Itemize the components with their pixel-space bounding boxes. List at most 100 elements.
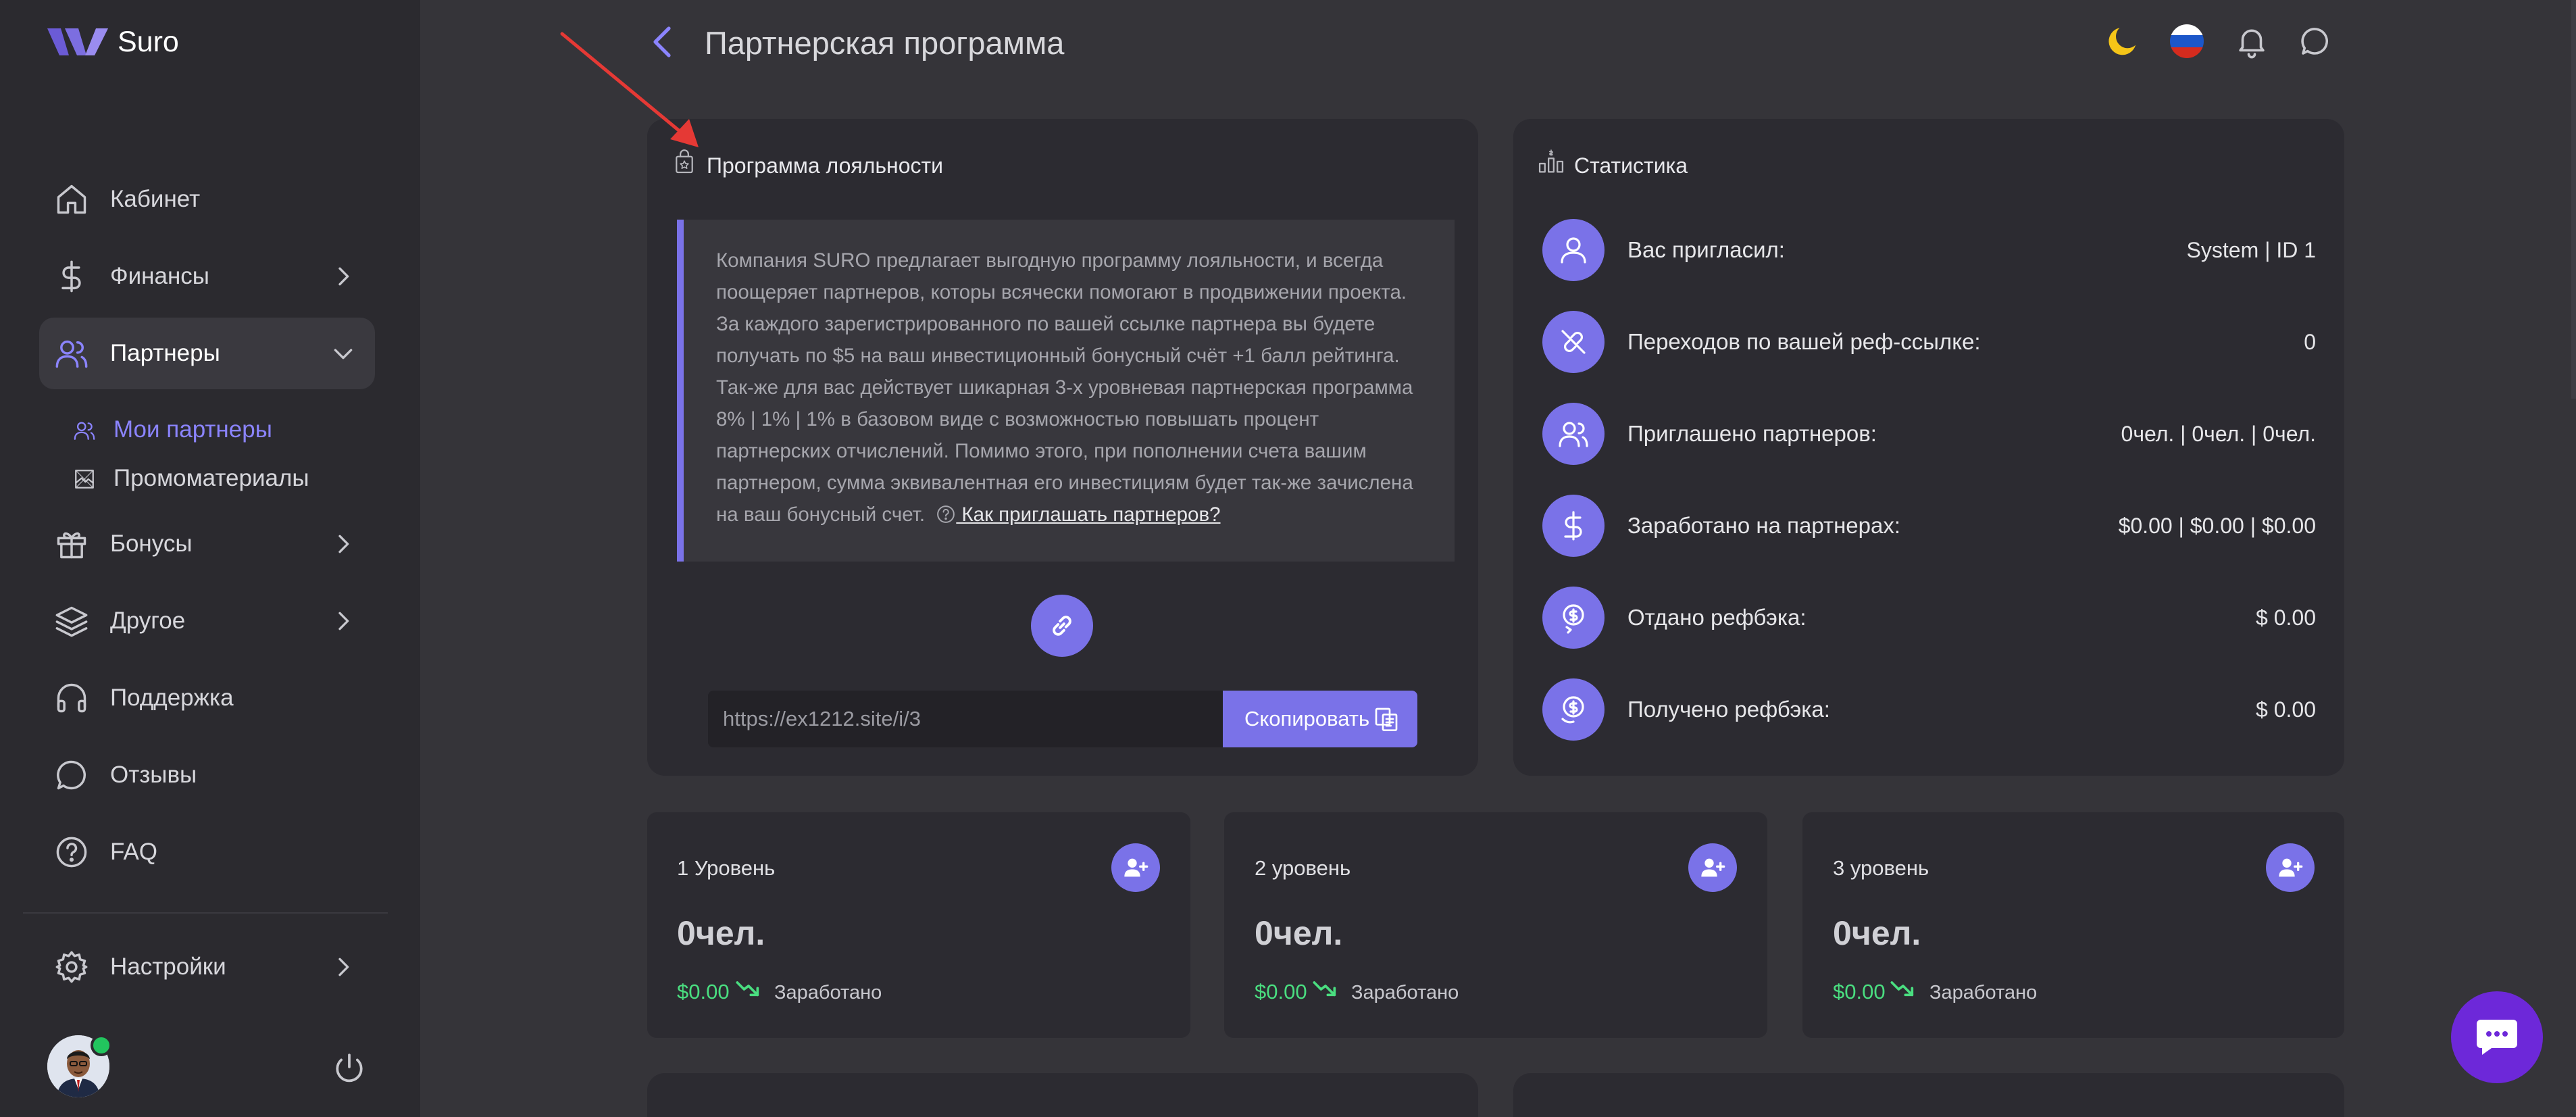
chevron-right-icon <box>338 535 349 553</box>
chevron-right-icon <box>338 267 349 286</box>
cashback-given-icon <box>1563 604 1584 634</box>
add-user-icon-circle <box>2266 843 2315 892</box>
stat-value: System | ID 1 <box>2186 238 2316 262</box>
help-icon <box>56 837 87 868</box>
sidebar-item-reviews[interactable]: Отзывы <box>39 739 375 811</box>
trend-down-icon <box>1313 981 1336 997</box>
stat-label: Переходов по вашей реф-ссылке: <box>1627 329 1981 354</box>
sidebar-item-support[interactable]: Поддержка <box>39 662 375 734</box>
add-user-icon-circle <box>1688 843 1737 892</box>
live-chat-button[interactable] <box>2451 991 2543 1083</box>
image-frame-icon <box>75 470 94 489</box>
stat-cashback-given-icon-circle <box>1542 587 1605 649</box>
chevron-right-icon <box>338 612 349 630</box>
stat-invited-by-icon-circle <box>1542 219 1605 281</box>
sidebar-item-label: Отзывы <box>110 762 197 788</box>
help-circle-icon <box>937 505 955 523</box>
level-earned-label: Заработано <box>1351 982 1459 1003</box>
sidebar-item-label: Настройки <box>110 953 226 980</box>
sidebar-item-settings[interactable]: Настройки <box>39 931 375 1003</box>
sidebar-item-bonuses[interactable]: Бонусы <box>39 508 375 580</box>
stat-label: Приглашено партнеров: <box>1627 421 1877 446</box>
add-user-icon <box>2279 858 2303 877</box>
chat-bubble-icon <box>2477 1020 2517 1055</box>
level-amount: $0.00 <box>677 980 730 1003</box>
add-user-icon <box>1124 858 1148 877</box>
sidebar-item-finance[interactable]: Финансы <box>39 241 375 312</box>
add-user-icon <box>1701 858 1725 877</box>
bottom-card-partial <box>1513 1073 2344 1117</box>
level-title: 1 Уровень <box>677 856 776 880</box>
sidebar-item-label: Бонусы <box>110 530 193 557</box>
sidebar-item-faq[interactable]: FAQ <box>39 816 375 888</box>
copy-icon <box>1375 708 1398 731</box>
sidebar-item-label: FAQ <box>110 839 158 865</box>
chevron-right-icon <box>338 958 349 976</box>
red-arrow-annotation <box>560 32 699 147</box>
copy-button-label: Скопировать <box>1244 707 1370 730</box>
stat-label: Вас пригласил: <box>1627 237 1785 262</box>
level-amount: $0.00 <box>1255 980 1307 1003</box>
cashback-received-icon <box>1561 696 1584 724</box>
chat-icon <box>57 760 86 790</box>
how-to-invite-link[interactable]: Как приглашать партнеров? <box>956 503 1220 526</box>
level-earned-label: Заработано <box>774 982 882 1003</box>
sidebar-subitem-label: Мои партнеры <box>113 416 272 443</box>
dollar-icon <box>61 260 81 293</box>
stat-cashback-received-icon-circle <box>1542 678 1605 741</box>
online-status-dot <box>91 1035 112 1056</box>
broken-link-icon <box>1561 330 1586 354</box>
layers-icon <box>55 606 88 637</box>
trend-down-icon <box>1890 981 1914 997</box>
stat-label: Отдано рефбэка: <box>1627 605 1807 630</box>
stat-invited-partners-icon-circle <box>1542 403 1605 465</box>
chat-icon[interactable] <box>2297 23 2333 59</box>
app-name[interactable]: Suro <box>118 26 179 59</box>
stats-chart-icon <box>1538 149 1564 173</box>
sidebar-item-label: Другое <box>110 607 186 634</box>
power-icon[interactable] <box>332 1051 366 1085</box>
sidebar-item-label: Партнеры <box>110 340 220 366</box>
moon-icon[interactable] <box>2104 23 2141 59</box>
sidebar-subitem-label: Промоматериалы <box>113 465 309 491</box>
link-icon <box>1053 616 1071 636</box>
stat-value: $ 0.00 <box>2256 605 2316 630</box>
link-icon-button[interactable] <box>1031 595 1093 657</box>
referral-link-input[interactable] <box>708 691 1223 747</box>
loyalty-description-text: Компания SURO предлагает выгодную програ… <box>716 249 1413 526</box>
stat-value: $ 0.00 <box>2256 697 2316 722</box>
add-user-icon-circle <box>1111 843 1160 892</box>
stat-label: Получено рефбэка: <box>1627 697 1830 722</box>
bell-icon[interactable] <box>2233 23 2270 59</box>
sidebar-item-label: Поддержка <box>110 685 234 711</box>
stat-value: 0 <box>2304 330 2316 354</box>
level-earned-label: Заработано <box>1929 982 2038 1003</box>
level-title: 2 уровень <box>1255 856 1351 880</box>
sidebar-item-other[interactable]: Другое <box>39 585 375 657</box>
russian-flag-icon[interactable] <box>2169 23 2205 59</box>
user-icon <box>1561 237 1586 264</box>
sidebar: Suro Кабинет Финансы Партнеры Мои партне… <box>0 0 420 1117</box>
suro-logo-icon[interactable] <box>47 28 108 55</box>
dollar-icon <box>1564 511 1582 541</box>
users-icon <box>1559 422 1588 447</box>
level-title: 3 уровень <box>1833 856 1929 880</box>
stat-value: 0чел. | 0чел. | 0чел. <box>2121 422 2316 446</box>
sidebar-item-cabinet[interactable]: Кабинет <box>39 164 375 235</box>
copy-button[interactable]: Скопировать <box>1223 691 1417 747</box>
users-icon <box>55 340 88 368</box>
scrollbar-thumb[interactable] <box>2571 0 2576 399</box>
users-small-icon <box>74 422 95 440</box>
stat-value: $0.00 | $0.00 | $0.00 <box>2118 514 2316 538</box>
stat-clicks-icon-circle <box>1542 311 1605 373</box>
loyalty-title: Программа лояльности <box>707 153 944 178</box>
sidebar-item-partners[interactable]: Партнеры <box>39 318 375 389</box>
stat-label: Заработано на партнерах: <box>1627 513 1901 538</box>
sidebar-item-label: Финансы <box>110 263 209 289</box>
gear-icon <box>55 951 88 983</box>
sidebar-item-label: Кабинет <box>110 186 201 212</box>
sidebar-divider <box>23 912 388 914</box>
home-icon <box>57 184 86 214</box>
headphones-icon <box>57 683 86 713</box>
level-count: 0чел. <box>1255 914 1343 952</box>
